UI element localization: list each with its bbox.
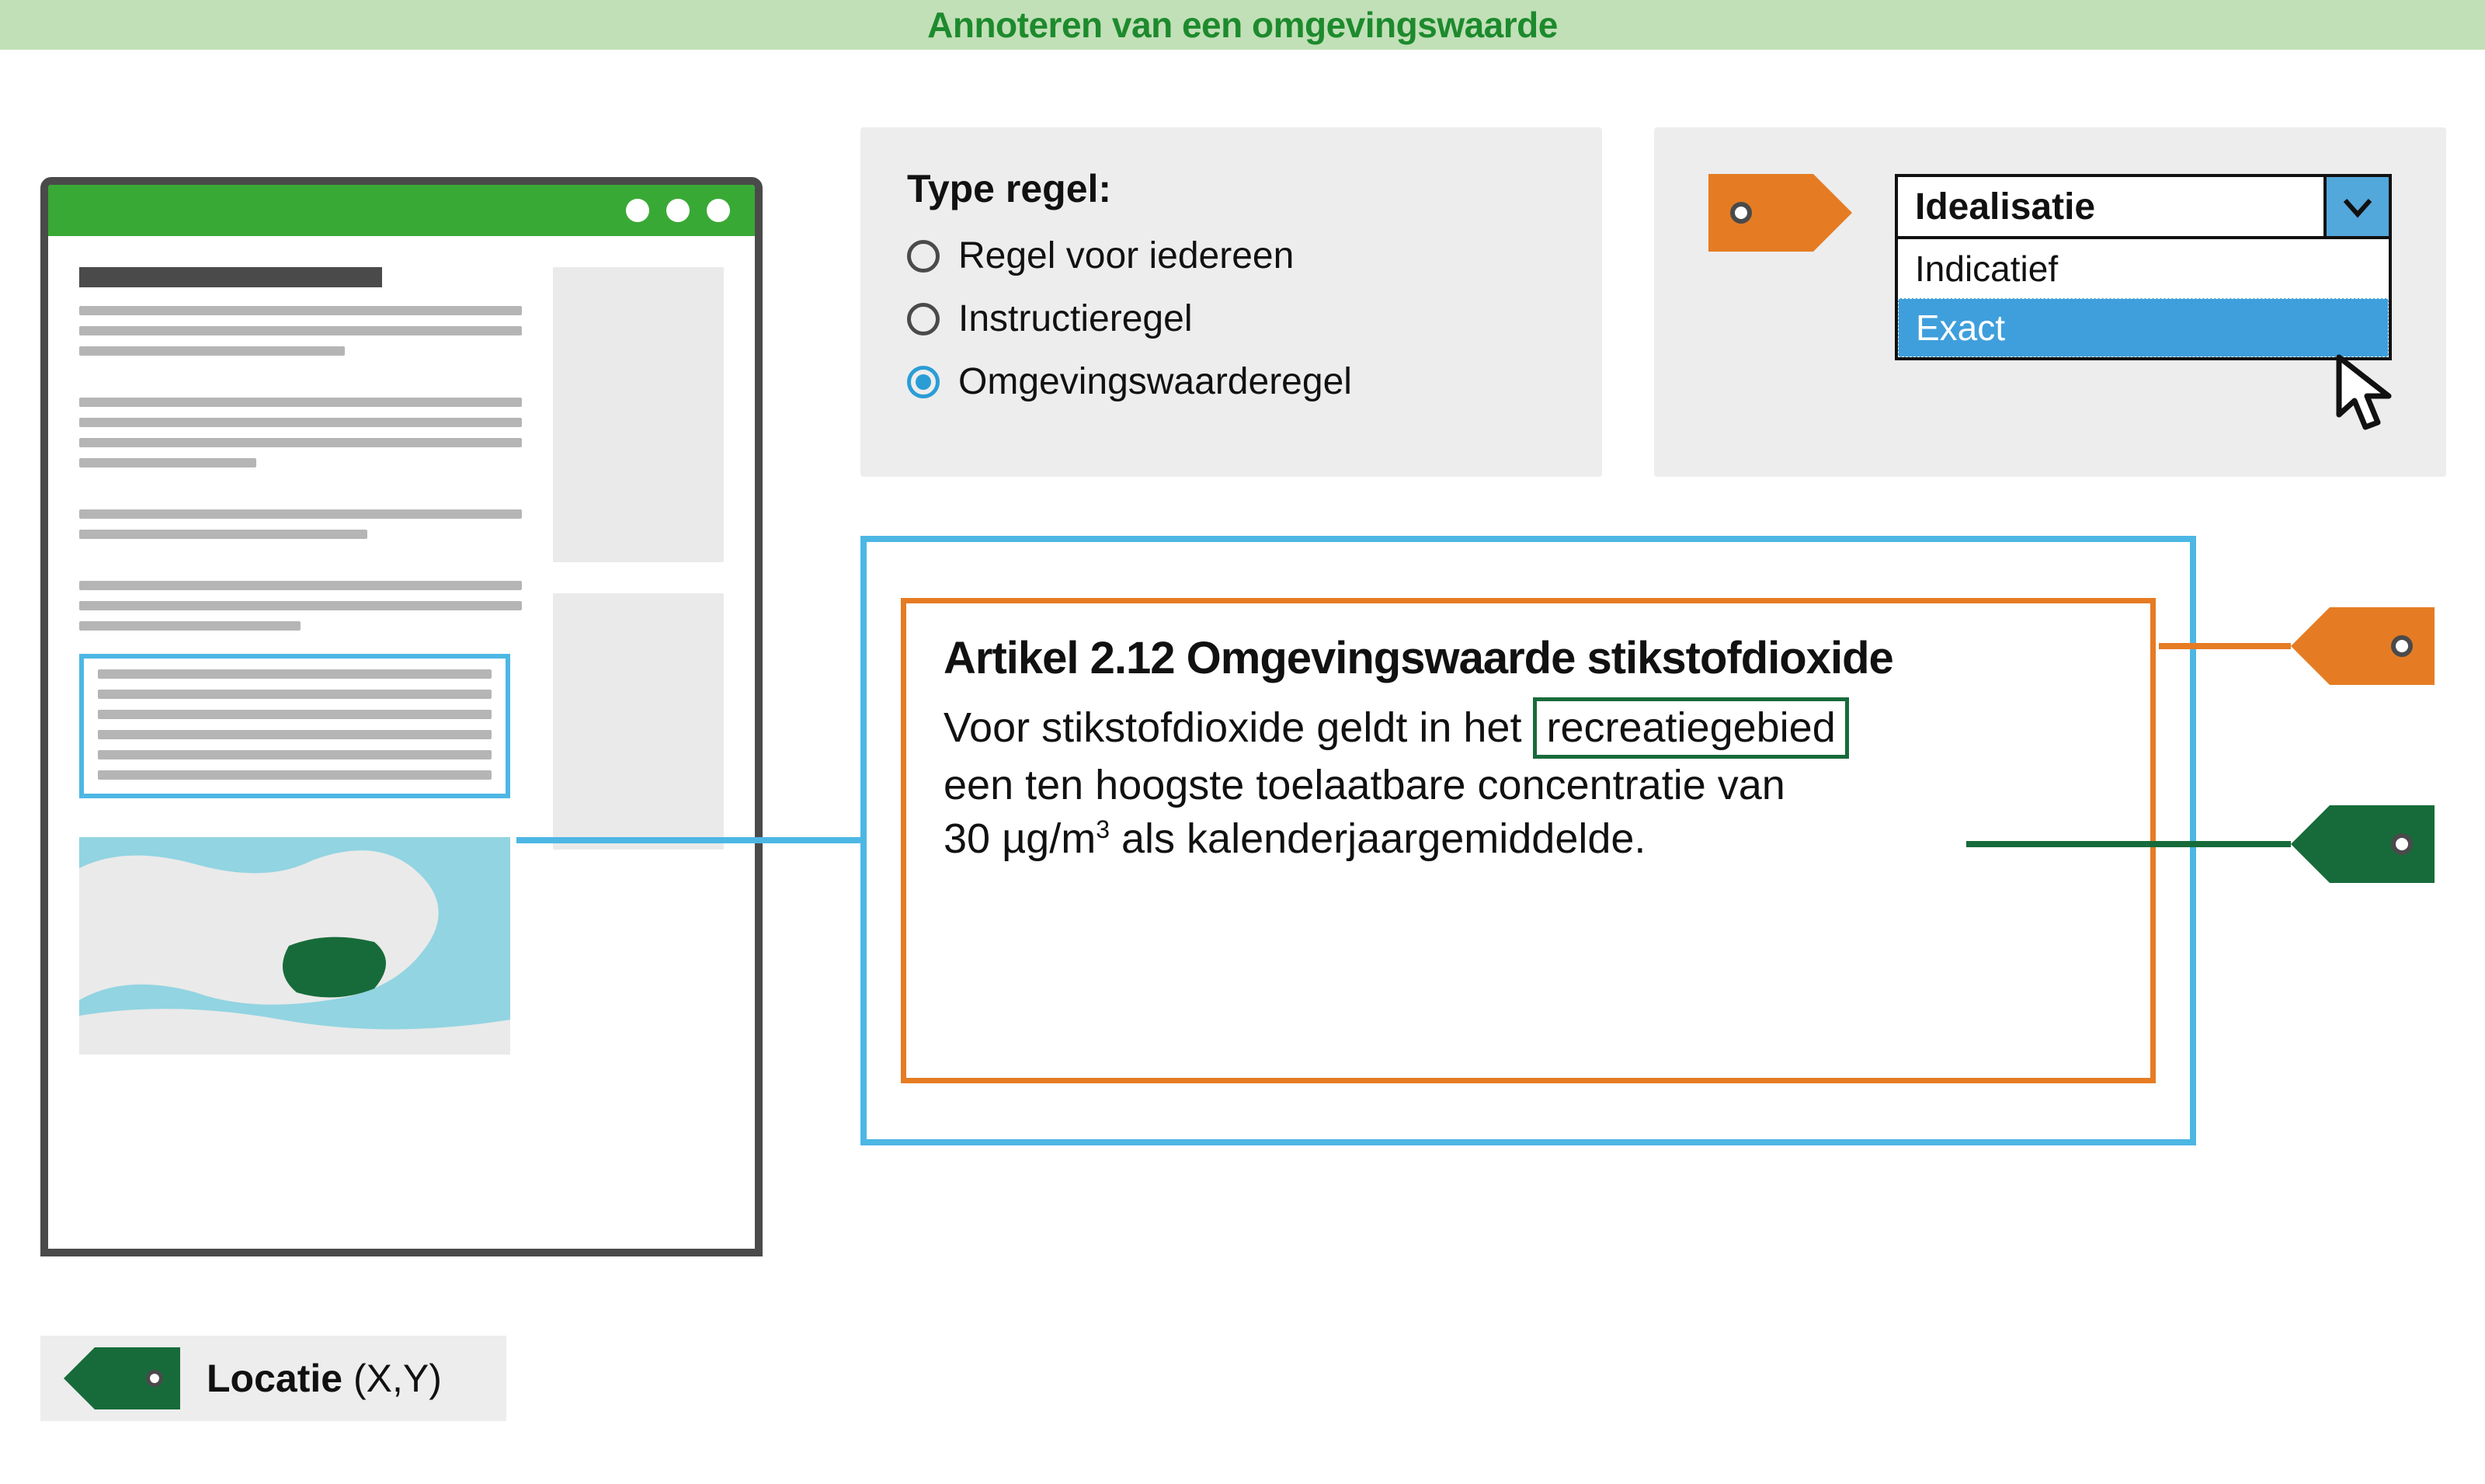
radio-instructieregel[interactable]: Instructieregel [907, 297, 1555, 340]
idealisation-panel: Idealisatie Indicatief Exact [1654, 127, 2446, 477]
article-value: 30 µg/m [944, 815, 1096, 862]
dropdown-option-exact[interactable]: Exact [1898, 298, 2389, 357]
radio-label: Omgevingswaarderegel [958, 360, 1352, 403]
document-mockup [40, 177, 763, 1256]
dropdown-option-indicatief[interactable]: Indicatief [1898, 239, 2389, 298]
legend-tag-icon [64, 1340, 180, 1417]
chevron-down-icon [2341, 189, 2375, 224]
article-body-pre: Voor stikstofdioxide geldt in het [944, 704, 1533, 751]
article-body: Voor stikstofdioxide geldt in het recrea… [944, 697, 2113, 866]
article-body-line2: een ten hoogste toelaatbare concentratie… [944, 762, 1785, 808]
radio-icon [907, 240, 940, 273]
page-title: Annoteren van een omgevingswaarde [0, 0, 2485, 50]
legend-label: Locatie (X,Y) [207, 1356, 442, 1401]
type-regel-panel: Type regel: Regel voor iedereen Instruct… [860, 127, 1602, 477]
radio-omgevingswaarderegel[interactable]: Omgevingswaarderegel [907, 360, 1555, 403]
skeleton-sidebar-block [553, 593, 724, 850]
radio-icon [907, 366, 940, 398]
connector-line [516, 837, 860, 843]
legend-locatie: Locatie (X,Y) [40, 1336, 506, 1421]
doc-highlighted-block [79, 654, 510, 798]
window-controls [626, 199, 730, 222]
type-regel-heading: Type regel: [907, 166, 1555, 211]
article-body-tail: als kalenderjaargemiddelde. [1110, 815, 1646, 862]
doc-map-thumbnail [79, 837, 510, 1055]
recreatiegebied-highlight: recreatiegebied [1533, 697, 1848, 759]
skeleton-title [79, 267, 382, 287]
tag-orange-right [2291, 607, 2435, 685]
window-dot-icon [666, 199, 690, 222]
radio-icon [907, 303, 940, 335]
dropdown-list: Indicatief Exact [1895, 239, 2392, 360]
radio-regel-voor-iedereen[interactable]: Regel voor iedereen [907, 235, 1555, 277]
skeleton-sidebar-block [553, 267, 724, 562]
dropdown-toggle-button[interactable] [2323, 177, 2389, 236]
mouse-cursor-icon [2330, 353, 2400, 438]
doc-titlebar [48, 185, 755, 236]
article-value-exponent: 3 [1096, 815, 1110, 843]
window-dot-icon [707, 199, 730, 222]
radio-label: Instructieregel [958, 297, 1192, 340]
radio-label: Regel voor iedereen [958, 235, 1294, 277]
idealisation-dropdown[interactable]: Idealisatie [1895, 174, 2392, 239]
dropdown-value: Idealisatie [1898, 177, 2323, 236]
connector-line [1966, 841, 2291, 847]
tag-green-locatie [2291, 805, 2435, 883]
connector-line [2159, 643, 2291, 649]
article-title: Artikel 2.12 Omgevingswaarde stikstofdio… [944, 634, 2113, 683]
tag-orange-idealisation [1708, 174, 1852, 252]
window-dot-icon [626, 199, 649, 222]
